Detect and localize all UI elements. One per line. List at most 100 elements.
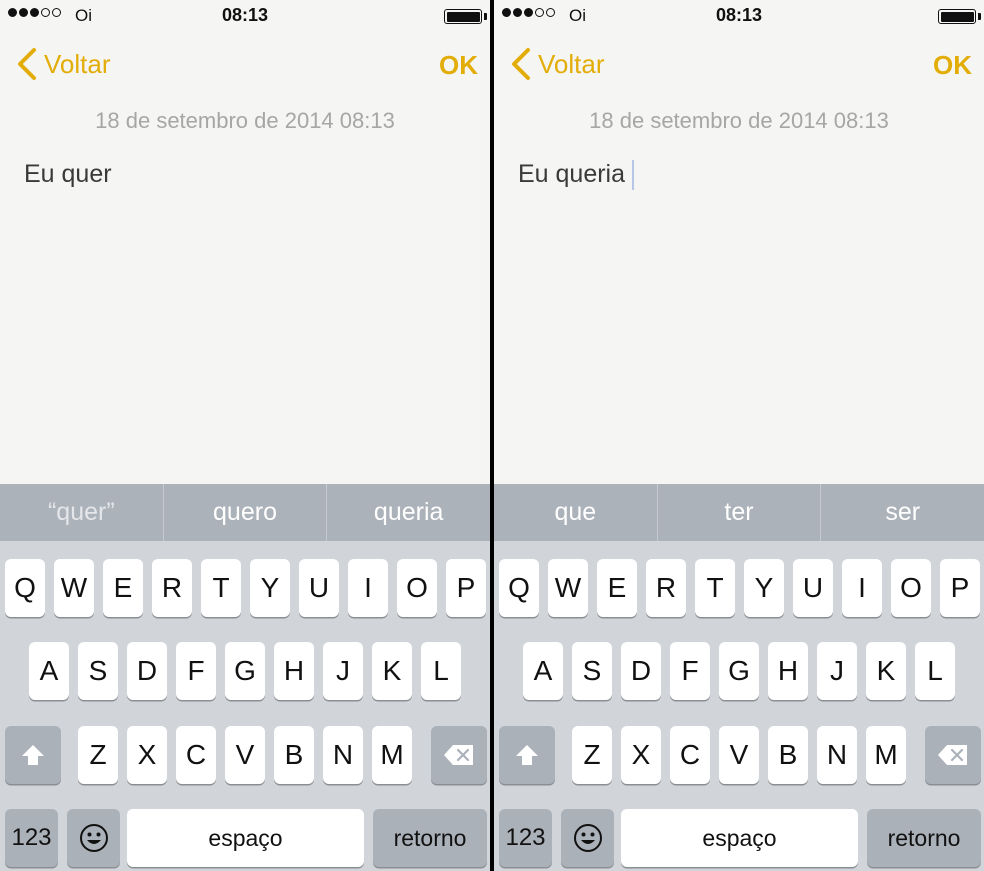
key-d[interactable]: D [127,642,167,700]
key-r[interactable]: R [646,559,686,617]
key-t[interactable]: T [695,559,735,617]
key-m[interactable]: M [866,726,906,784]
key-l[interactable]: L [421,642,461,700]
numbers-key[interactable]: 123 [5,809,58,867]
key-o[interactable]: O [891,559,931,617]
suggestion-2[interactable]: ter [656,484,821,541]
back-button-label: Voltar [538,48,605,79]
emoji-icon [79,824,108,852]
key-g[interactable]: G [719,642,759,700]
key-b[interactable]: B [768,726,808,784]
key-g[interactable]: G [225,642,265,700]
suggestion-2[interactable]: quero [162,484,327,541]
key-n[interactable]: N [323,726,363,784]
key-j[interactable]: J [323,642,363,700]
key-a[interactable]: A [29,642,69,700]
key-c[interactable]: C [670,726,710,784]
shift-key[interactable] [499,726,555,784]
suggestion-1[interactable]: que [494,484,657,541]
predictive-suggestion-bar: “quer” quero queria [0,484,490,541]
key-z[interactable]: Z [78,726,118,784]
backspace-icon [938,745,967,765]
key-l[interactable]: L [915,642,955,700]
suggestion-1[interactable]: “quer” [0,484,163,541]
key-o[interactable]: O [397,559,437,617]
key-a[interactable]: A [523,642,563,700]
status-time: 08:13 [715,5,763,25]
key-w[interactable]: W [548,559,588,617]
key-s[interactable]: S [78,642,118,700]
key-x[interactable]: X [127,726,167,784]
status-bar: Oi 08:13 [494,0,984,32]
key-s[interactable]: S [572,642,612,700]
key-u[interactable]: U [793,559,833,617]
numbers-key[interactable]: 123 [499,809,552,867]
key-v[interactable]: V [719,726,759,784]
key-q[interactable]: Q [5,559,45,617]
chevron-left-icon [18,48,36,80]
navigation-bar: Voltar OK [0,38,490,90]
key-b[interactable]: B [274,726,314,784]
back-button-label: Voltar [44,48,111,79]
key-p[interactable]: P [446,559,486,617]
key-y[interactable]: Y [744,559,784,617]
status-time: 08:13 [221,5,269,25]
key-u[interactable]: U [299,559,339,617]
shift-arrow-icon [516,745,538,765]
return-key[interactable]: retorno [867,809,981,867]
space-key[interactable]: espaço [621,809,858,867]
key-r[interactable]: R [152,559,192,617]
key-t[interactable]: T [201,559,241,617]
key-q[interactable]: Q [499,559,539,617]
predictive-suggestion-bar: que ter ser [494,484,984,541]
shift-key[interactable] [5,726,61,784]
key-h[interactable]: H [768,642,808,700]
key-f[interactable]: F [670,642,710,700]
key-z[interactable]: Z [572,726,612,784]
note-text-area[interactable]: Eu quer [24,160,112,189]
key-c[interactable]: C [176,726,216,784]
emoji-key[interactable] [67,809,120,867]
key-i[interactable]: I [348,559,388,617]
key-x[interactable]: X [621,726,661,784]
iphone-screen-left: Oi 08:13 Voltar OK 18 de setembro de 201… [0,0,490,871]
key-y[interactable]: Y [250,559,290,617]
battery-icon [938,9,976,24]
key-m[interactable]: M [372,726,412,784]
suggestion-3[interactable]: ser [820,484,984,541]
key-k[interactable]: K [866,642,906,700]
delete-key[interactable] [925,726,981,784]
ok-button[interactable]: OK [933,50,972,81]
suggestion-3[interactable]: queria [326,484,490,541]
key-n[interactable]: N [817,726,857,784]
ok-button[interactable]: OK [439,50,478,81]
text-cursor [632,160,635,191]
space-key[interactable]: espaço [127,809,364,867]
note-date: 18 de setembro de 2014 08:13 [589,108,889,133]
back-button[interactable]: Voltar [508,46,605,82]
key-i[interactable]: I [842,559,882,617]
note-text-area[interactable]: Eu queria [518,160,635,191]
key-k[interactable]: K [372,642,412,700]
navigation-bar: Voltar OK [494,38,984,90]
key-f[interactable]: F [176,642,216,700]
shift-arrow-icon [22,745,44,765]
note-text: Eu quer [24,160,112,188]
back-button[interactable]: Voltar [14,46,111,82]
return-key[interactable]: retorno [373,809,487,867]
delete-key[interactable] [431,726,487,784]
emoji-key[interactable] [561,809,614,867]
key-v[interactable]: V [225,726,265,784]
key-h[interactable]: H [274,642,314,700]
key-j[interactable]: J [817,642,857,700]
key-w[interactable]: W [54,559,94,617]
note-date: 18 de setembro de 2014 08:13 [95,108,395,133]
battery-icon [444,9,482,24]
key-e[interactable]: E [103,559,143,617]
key-p[interactable]: P [940,559,980,617]
keyboard: Q W E R T Y U I O P A S D F G H J K L Z X C V B N M 123 espaço retor… [0,541,490,871]
backspace-icon [444,745,473,765]
key-d[interactable]: D [621,642,661,700]
iphone-screen-right: Oi 08:13 Voltar OK 18 de setembro de 201… [494,0,984,871]
key-e[interactable]: E [597,559,637,617]
